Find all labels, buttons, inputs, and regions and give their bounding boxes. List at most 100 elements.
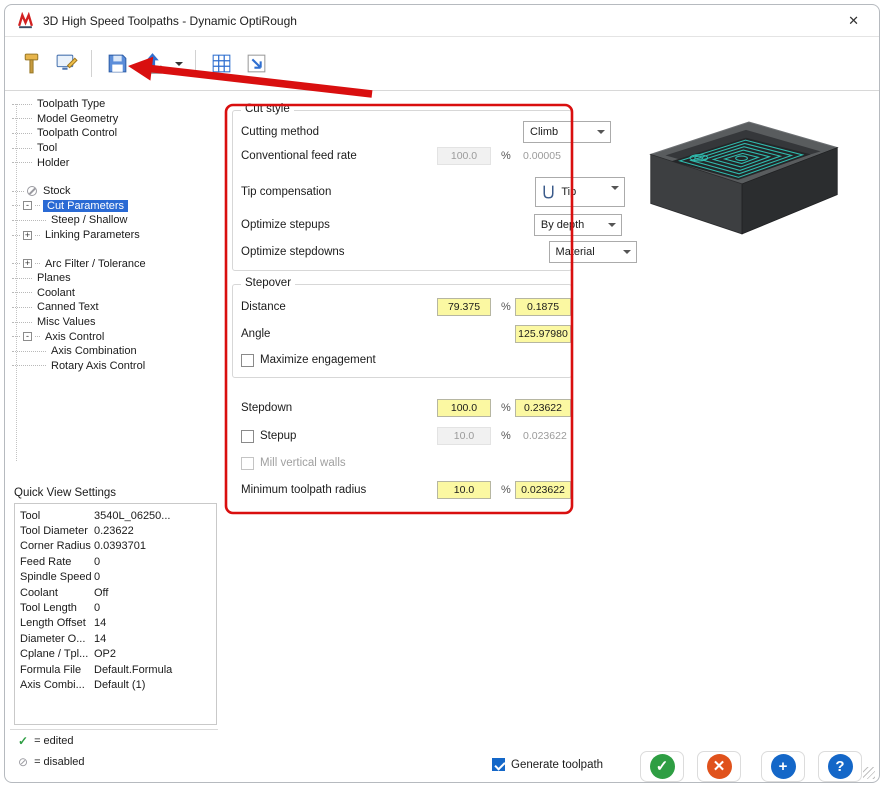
tree-item-axis-combination[interactable]: Axis Combination xyxy=(12,344,222,359)
distance-pct-input[interactable]: 79.375 xyxy=(437,298,491,316)
optimize-stepups-row: Optimize stepups By depth xyxy=(233,211,622,239)
tree-item-coolant[interactable]: Coolant xyxy=(12,286,222,301)
tree-item-tool[interactable]: Tool xyxy=(12,141,222,156)
cancel-button[interactable]: ✕ xyxy=(697,751,741,782)
tree-item-stock[interactable]: Stock xyxy=(12,184,222,199)
tool-tip-icon xyxy=(543,185,554,199)
tree-connector xyxy=(12,306,32,308)
grid-icon xyxy=(212,54,230,73)
grid-functions-button[interactable] xyxy=(206,49,236,79)
tree-item-model-geometry[interactable]: Model Geometry xyxy=(12,112,222,127)
expand-icon[interactable]: + xyxy=(23,230,32,240)
stepup-checkbox[interactable] xyxy=(241,429,254,443)
field-label: Angle xyxy=(241,328,271,340)
qvs-value: 3540L_06250... xyxy=(94,509,171,522)
tree-item-cut-parameters[interactable]: - Cut Parameters xyxy=(12,199,222,214)
tree-gap xyxy=(12,242,222,256)
distance-value-input[interactable]: 0.1875 xyxy=(515,298,571,316)
tree-item-label: Cut Parameters xyxy=(43,199,129,212)
optimize-stepups-dropdown[interactable]: By depth xyxy=(533,214,622,236)
generate-toolpath-checkbox[interactable] xyxy=(492,758,505,771)
cut-parameters-form: Cut style Cutting method Climb Conventio… xyxy=(228,100,637,504)
stepdown-pct-input[interactable]: 100.0 xyxy=(437,399,491,417)
table-row: Coolant Off xyxy=(15,585,216,600)
expand-icon[interactable]: + xyxy=(23,259,32,269)
tree-item-arc-filter[interactable]: + Arc Filter / Tolerance xyxy=(12,256,222,271)
qvs-label: Cplane / Tpl... xyxy=(20,648,89,661)
stepdown-value-input[interactable]: 0.23622 xyxy=(515,399,571,417)
table-row: Corner Radius 0.0393701 xyxy=(15,539,216,554)
optimize-stepdowns-dropdown[interactable]: Material xyxy=(548,241,637,263)
qvs-label: Corner Radius xyxy=(20,540,91,553)
qvs-value: OP2 xyxy=(94,648,117,661)
mill-vertical-walls-checkbox xyxy=(241,456,254,470)
angle-value-input[interactable]: 125.97980 xyxy=(515,325,571,343)
min-radius-pct-input[interactable]: 10.0 xyxy=(437,481,491,499)
dropdown-value: By depth xyxy=(540,219,585,231)
tree-item-toolpath-type[interactable]: Toolpath Type xyxy=(12,97,222,112)
parameters-hammer-button[interactable] xyxy=(16,49,46,79)
export-dropdown-caret[interactable] xyxy=(172,49,185,79)
tree-item-steep-shallow[interactable]: Steep / Shallow xyxy=(12,213,222,228)
qvs-value: Default (1) xyxy=(94,678,146,691)
toolbar-separator xyxy=(91,50,92,77)
tree-item-label: Arc Filter / Tolerance xyxy=(45,257,146,270)
tree-item-canned-text[interactable]: Canned Text xyxy=(12,300,222,315)
ok-button[interactable]: ✓ xyxy=(640,751,684,782)
hammer-icon xyxy=(24,53,38,74)
title-bar: 3D High Speed Toolpaths - Dynamic OptiRo… xyxy=(5,5,879,37)
percent-sign: % xyxy=(501,430,511,442)
tree-item-label: Rotary Axis Control xyxy=(51,359,146,372)
qvs-value: Default.Formula xyxy=(94,663,173,676)
tree-item-rotary-axis-control[interactable]: Rotary Axis Control xyxy=(12,359,222,374)
transfer-button[interactable] xyxy=(241,49,271,79)
conventional-feed-pct-input: 100.0 xyxy=(437,147,491,165)
tree-item-label: Misc Values xyxy=(37,316,96,329)
dropdown-value: Material xyxy=(555,246,595,258)
tree-connector xyxy=(12,263,20,265)
qvs-value: Off xyxy=(94,586,109,599)
mill-vertical-walls-row: Mill vertical walls xyxy=(233,450,576,476)
cutting-method-dropdown[interactable]: Climb xyxy=(523,121,611,143)
toolpath-preview-image xyxy=(649,121,839,235)
tip-compensation-dropdown[interactable]: Tip xyxy=(535,177,626,207)
screen-edit-icon xyxy=(56,54,78,70)
conventional-feed-value: 0.00005 xyxy=(523,150,561,162)
view-edit-button[interactable] xyxy=(51,49,81,79)
tree-item-label: Axis Control xyxy=(45,330,105,343)
table-row: Tool Diameter 0.23622 xyxy=(15,523,216,538)
help-question-icon: ? xyxy=(827,754,853,779)
plus-icon: + xyxy=(770,754,796,779)
save-button[interactable] xyxy=(102,49,132,79)
tree-item-misc-values[interactable]: Misc Values xyxy=(12,315,222,330)
maximize-engagement-checkbox[interactable] xyxy=(241,353,254,367)
dropdown-value: Climb xyxy=(530,126,559,138)
tree-item-toolpath-control[interactable]: Toolpath Control xyxy=(12,126,222,141)
qvs-value: 0 xyxy=(94,602,101,615)
collapse-icon[interactable]: - xyxy=(23,332,32,342)
legend-divider xyxy=(10,729,218,730)
tree-item-holder[interactable]: Holder xyxy=(12,155,222,170)
qvs-label: Coolant xyxy=(20,586,58,599)
maximize-engagement-row: Maximize engagement xyxy=(233,348,571,372)
percent-sign: % xyxy=(501,484,511,496)
parameter-tree: Toolpath Type Model Geometry Toolpath Co… xyxy=(12,97,222,462)
min-radius-value-input[interactable]: 0.023622 xyxy=(515,481,571,499)
percent-sign: % xyxy=(501,402,511,414)
collapse-icon[interactable]: - xyxy=(23,201,32,211)
close-button[interactable]: ✕ xyxy=(840,11,867,31)
qvs-label: Tool xyxy=(20,509,41,522)
export-button[interactable] xyxy=(137,49,167,79)
tree-item-linking-parameters[interactable]: + Linking Parameters xyxy=(12,228,222,243)
stepdown-row: Stepdown 100.0 % 0.23622 xyxy=(233,394,576,422)
tree-item-axis-control[interactable]: - Axis Control xyxy=(12,329,222,344)
tree-connector xyxy=(12,132,32,134)
tree-item-planes[interactable]: Planes xyxy=(12,271,222,286)
save-icon xyxy=(108,54,126,73)
table-row: Formula File Default.Formula xyxy=(15,662,216,677)
resize-grip[interactable] xyxy=(863,767,875,779)
plus-button[interactable]: + xyxy=(761,751,805,782)
tree-connector xyxy=(35,234,40,236)
stepover-angle-row: Angle 125.97980 xyxy=(233,320,571,348)
help-button[interactable]: ? xyxy=(818,751,862,782)
